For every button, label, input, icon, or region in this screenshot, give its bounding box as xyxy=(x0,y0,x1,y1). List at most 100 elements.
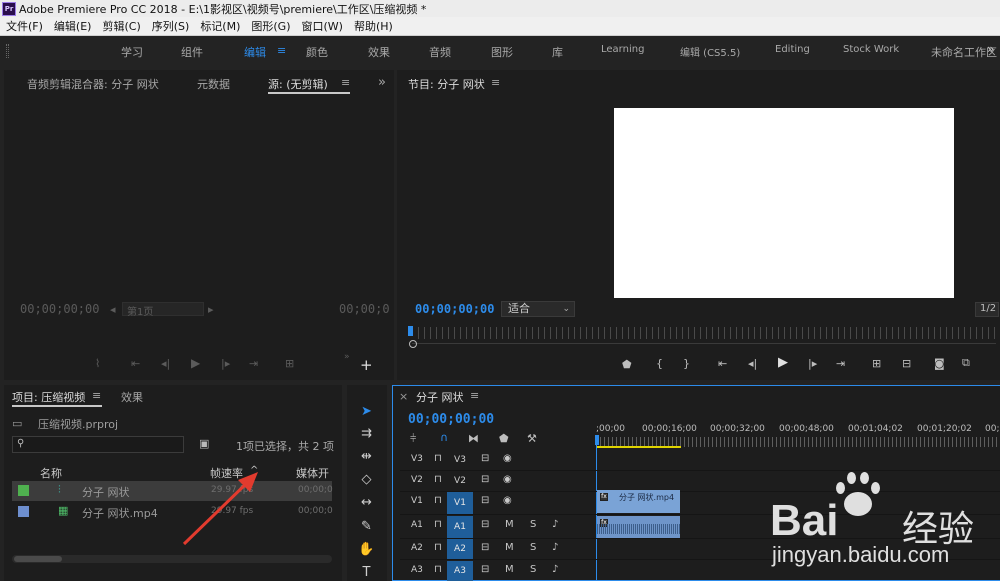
ripple-edit-tool-icon[interactable]: ⇹ xyxy=(353,445,380,467)
mark-out-icon[interactable]: } xyxy=(683,357,690,370)
project-panel-menu-icon[interactable]: ≡ xyxy=(92,389,101,402)
sync-lock-icon[interactable]: ⊟ xyxy=(481,474,489,485)
program-zoom-bar[interactable] xyxy=(412,343,996,344)
timeline-settings-wrench-icon[interactable]: ⚒ xyxy=(527,432,537,445)
fit-zoom-select[interactable]: 适合 ⌄ xyxy=(501,301,575,317)
menu-sequence[interactable]: 序列(S) xyxy=(146,18,195,34)
source-patch-active[interactable]: A3 xyxy=(447,561,473,581)
video-clip[interactable]: fx 分子 网状.mp4 xyxy=(597,490,680,513)
extract-icon[interactable]: ⊟ xyxy=(902,357,911,370)
source-go-to-out-icon[interactable]: ⇥ xyxy=(249,357,258,370)
microphone-icon[interactable]: ♪ xyxy=(552,519,558,530)
track-a2[interactable]: A2 ⊓ A2 ⊟ M S ♪ xyxy=(400,539,594,559)
workspace-color[interactable]: 颜色 xyxy=(306,44,328,60)
step-forward-icon[interactable]: |▸ xyxy=(808,357,817,370)
track-a1[interactable]: A1 ⊓ A1 ⊟ M S ♪ xyxy=(400,516,594,538)
mark-in-icon[interactable]: { xyxy=(656,357,663,370)
workspace-editing-en[interactable]: Editing xyxy=(775,44,810,55)
expand-panels-icon[interactable]: » xyxy=(378,75,386,90)
program-playhead-icon[interactable] xyxy=(408,326,413,336)
timeline-menu-icon[interactable]: ≡ xyxy=(470,389,479,402)
eye-icon[interactable]: ◉ xyxy=(503,453,512,464)
program-panel-title[interactable]: 节目: 分子 网状 xyxy=(408,76,485,92)
lock-icon[interactable]: ⊓ xyxy=(434,564,442,575)
workspace-stock-work[interactable]: Stock Work xyxy=(843,44,899,55)
mute-button[interactable]: M xyxy=(505,564,514,575)
scrollbar-thumb[interactable] xyxy=(14,556,62,562)
new-bin-icon[interactable]: ▣ xyxy=(199,437,209,450)
sync-lock-icon[interactable]: ⊟ xyxy=(481,519,489,530)
nest-toggle-icon[interactable]: ⫩ xyxy=(410,432,416,446)
workspace-graphics[interactable]: 图形 xyxy=(491,44,513,60)
menu-clip[interactable]: 剪辑(C) xyxy=(96,18,145,34)
source-patch[interactable]: V2 xyxy=(447,471,473,491)
source-add-button-icon[interactable]: + xyxy=(360,356,373,374)
add-marker-icon[interactable]: ⬟ xyxy=(622,358,632,371)
workspace-editing-active[interactable]: 编辑 xyxy=(244,44,266,60)
column-media-start-header[interactable]: 媒体开 xyxy=(296,465,329,481)
tab-audio-clip-mixer[interactable]: 音频剪辑混合器: 分子 网状 xyxy=(27,76,159,92)
track-v1[interactable]: V1 ⊓ V1 ⊟ ◉ xyxy=(400,492,594,514)
menu-help[interactable]: 帮助(H) xyxy=(348,18,398,34)
menu-graphics[interactable]: 图形(G) xyxy=(245,18,295,34)
menu-marker[interactable]: 标记(M) xyxy=(194,18,245,34)
selection-tool-icon[interactable]: ➤ xyxy=(353,400,380,422)
menu-window[interactable]: 窗口(W) xyxy=(296,18,348,34)
menu-file[interactable]: 文件(F) xyxy=(0,18,48,34)
label-color-swatch[interactable] xyxy=(18,506,29,517)
microphone-icon[interactable]: ♪ xyxy=(552,564,558,575)
source-patch-active[interactable]: A1 xyxy=(447,516,473,538)
program-time-ruler[interactable] xyxy=(418,327,996,339)
sync-lock-icon[interactable]: ⊟ xyxy=(481,564,489,575)
source-play-icon[interactable]: ▶ xyxy=(191,356,200,370)
microphone-icon[interactable]: ♪ xyxy=(552,542,558,553)
audio-clip[interactable]: fx xyxy=(597,516,680,538)
next-page-icon[interactable]: ▸ xyxy=(208,303,214,316)
eye-icon[interactable]: ◉ xyxy=(503,474,512,485)
step-back-icon[interactable]: ◂| xyxy=(748,357,757,370)
eye-icon[interactable]: ◉ xyxy=(503,495,512,506)
program-panel-menu-icon[interactable]: ≡ xyxy=(491,76,500,89)
lock-icon[interactable]: ⊓ xyxy=(434,453,442,464)
comparison-view-icon[interactable]: ⧉ xyxy=(962,356,970,370)
source-patch-active[interactable]: V1 xyxy=(447,492,473,514)
project-item-sequence[interactable]: ⫶ 分子 网状 29.97 fps 00;00;0 xyxy=(12,481,333,501)
timeline-tab[interactable]: 分子 网状 xyxy=(416,389,464,405)
workspace-audio[interactable]: 音频 xyxy=(429,44,451,60)
slip-tool-icon[interactable]: ↔ xyxy=(353,491,380,513)
menu-edit[interactable]: 编辑(E) xyxy=(48,18,97,34)
close-tab-icon[interactable]: × xyxy=(399,390,408,403)
sync-lock-icon[interactable]: ⊟ xyxy=(481,542,489,553)
source-more-icon[interactable]: » xyxy=(344,352,350,362)
source-insert-icon[interactable]: ⊞ xyxy=(285,357,294,370)
mute-button[interactable]: M xyxy=(505,519,514,530)
hand-tool-icon[interactable]: ✋ xyxy=(353,538,380,560)
lock-icon[interactable]: ⊓ xyxy=(434,542,442,553)
source-step-back-icon[interactable]: ◂| xyxy=(161,357,170,370)
drag-grip-icon[interactable] xyxy=(6,44,9,58)
go-to-in-icon[interactable]: ⇤ xyxy=(718,357,727,370)
program-timecode[interactable]: 00;00;00;00 xyxy=(415,302,494,316)
source-mark-in-icon[interactable]: ⌇ xyxy=(95,357,100,370)
sync-lock-icon[interactable]: ⊟ xyxy=(481,453,489,464)
project-search-input[interactable]: ⚲ xyxy=(12,436,184,453)
zoom-handle-icon[interactable] xyxy=(409,340,417,348)
tab-effects[interactable]: 效果 xyxy=(121,389,143,405)
label-color-swatch[interactable] xyxy=(18,485,29,496)
pen-tool-icon[interactable]: ✎ xyxy=(353,515,380,537)
source-timecode[interactable]: 00;00;00;00 xyxy=(20,302,99,316)
playback-resolution-select[interactable]: 1/2 xyxy=(975,302,999,317)
linked-selection-icon[interactable]: ⧓ xyxy=(468,432,479,445)
more-workspaces-icon[interactable]: » xyxy=(987,42,994,56)
solo-button[interactable]: S xyxy=(530,519,536,530)
tab-source[interactable]: 源: (无剪辑) xyxy=(268,76,328,92)
track-v2[interactable]: V2 ⊓ V2 ⊟ ◉ xyxy=(400,471,594,491)
track-v3[interactable]: V3 ⊓ V3 ⊟ ◉ xyxy=(400,450,594,470)
workspace-learn[interactable]: 学习 xyxy=(121,44,143,60)
source-patch-active[interactable]: A2 xyxy=(447,539,473,559)
track-select-tool-icon[interactable]: ⇉ xyxy=(353,422,380,444)
go-to-out-icon[interactable]: ⇥ xyxy=(836,357,845,370)
play-icon[interactable]: ▶ xyxy=(778,355,788,370)
tab-metadata[interactable]: 元数据 xyxy=(197,76,230,92)
program-monitor-screen[interactable] xyxy=(614,108,954,298)
